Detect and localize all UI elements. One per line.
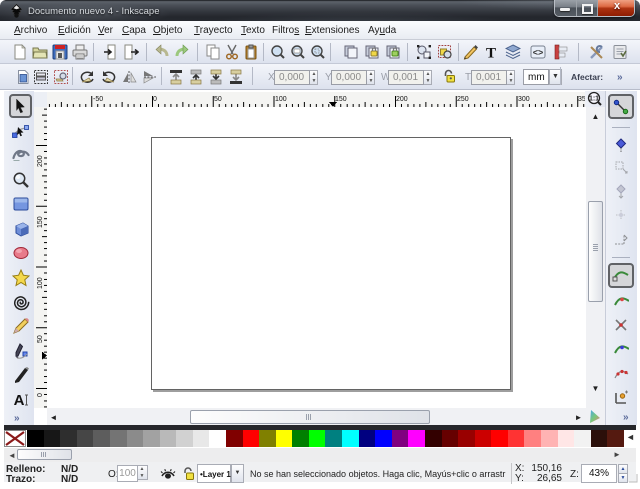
svg-text:50: 50 bbox=[37, 335, 44, 343]
svg-text:150: 150 bbox=[37, 216, 44, 228]
svg-text:200: 200 bbox=[37, 155, 44, 167]
svg-text:250: 250 bbox=[457, 96, 469, 103]
svg-text:200: 200 bbox=[396, 96, 408, 103]
svg-text:100: 100 bbox=[37, 277, 44, 289]
svg-text:T: T bbox=[486, 46, 496, 61]
svg-text:A: A bbox=[13, 392, 24, 409]
svg-text:0: 0 bbox=[153, 96, 157, 103]
svg-text:-50: -50 bbox=[93, 96, 103, 103]
svg-text:1:1: 1:1 bbox=[589, 96, 599, 103]
svg-text:350: 350 bbox=[578, 96, 585, 103]
svg-text:0: 0 bbox=[37, 393, 44, 397]
svg-text:100: 100 bbox=[275, 96, 287, 103]
svg-text:<>: <> bbox=[533, 48, 544, 58]
svg-text:300: 300 bbox=[518, 96, 530, 103]
svg-text:150: 150 bbox=[335, 96, 347, 103]
svg-text:50: 50 bbox=[214, 96, 222, 103]
